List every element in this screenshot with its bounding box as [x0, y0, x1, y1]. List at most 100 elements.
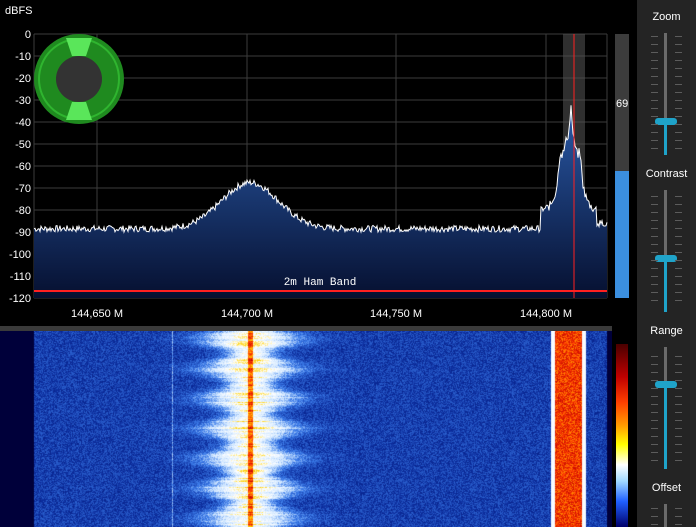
slider-tick: [675, 436, 682, 437]
slider-tick: [651, 420, 658, 421]
spectrum-display[interactable]: dBFS 0 -10 -20 -30 -40 -50 -60 -70 -80 -90 -100 -11…: [0, 0, 612, 325]
y-tick-label: -50: [15, 139, 31, 151]
y-tick-label: -40: [15, 117, 31, 129]
signal-strength-dial: [34, 34, 124, 124]
range-slider[interactable]: [655, 381, 677, 388]
y-tick-label: -80: [15, 205, 31, 217]
slider-tick: [675, 508, 682, 509]
slider-tick: [651, 204, 658, 205]
slider-tick: [651, 140, 658, 141]
slider-tick: [675, 396, 682, 397]
slider-tick: [651, 68, 658, 69]
slider-tick: [675, 204, 682, 205]
slider-tick: [651, 524, 658, 525]
y-tick-label: -90: [15, 227, 31, 239]
slider-tick: [675, 404, 682, 405]
slider-tick: [675, 300, 682, 301]
slider-tick: [651, 76, 658, 77]
slider-tick: [675, 140, 682, 141]
band-label: 2m Ham Band: [284, 277, 357, 289]
slider-tick: [651, 60, 658, 61]
slider-tick: [651, 372, 658, 373]
slider-tick: [675, 276, 682, 277]
slider-tick: [675, 372, 682, 373]
slider-tick: [651, 236, 658, 237]
slider-tick: [675, 380, 682, 381]
slider-tick: [651, 196, 658, 197]
y-tick-label: -100: [9, 249, 31, 261]
slider-tick: [675, 292, 682, 293]
y-tick-label: -60: [15, 161, 31, 173]
slider-tick: [651, 100, 658, 101]
zoom-slider[interactable]: [655, 118, 677, 125]
slider-tick: [651, 516, 658, 517]
slider-tick: [675, 100, 682, 101]
range-label: Range: [650, 325, 683, 337]
slider-tick: [651, 116, 658, 117]
slider-tick: [675, 148, 682, 149]
level-meter-value: 69: [616, 98, 629, 110]
slider-tick: [675, 196, 682, 197]
x-tick-label: 144,750 M: [370, 308, 422, 320]
y-tick-label: -30: [15, 95, 31, 107]
slider-tick: [651, 268, 658, 269]
slider-tick: [651, 148, 658, 149]
slider-tick: [651, 292, 658, 293]
y-tick-label: -20: [15, 73, 31, 85]
slider-tick: [651, 444, 658, 445]
level-meter-fill: [615, 170, 629, 298]
y-tick-label: -70: [15, 183, 31, 195]
slider-tick: [675, 84, 682, 85]
slider-tick: [651, 428, 658, 429]
slider-tick: [675, 452, 682, 453]
slider-tick: [651, 460, 658, 461]
waterfall-color-scale: [616, 344, 628, 527]
slider-tick: [651, 108, 658, 109]
slider-tick: [675, 516, 682, 517]
slider-tick: [675, 116, 682, 117]
slider-tick: [675, 420, 682, 421]
slider-tick: [651, 228, 658, 229]
slider-tick: [675, 132, 682, 133]
slider-tick: [651, 52, 658, 53]
y-axis-label: dBFS: [5, 5, 33, 17]
x-tick-label: 144,800 M: [520, 308, 572, 320]
slider-tick: [675, 60, 682, 61]
offset-slider[interactable]: [664, 504, 667, 527]
waterfall-display[interactable]: [0, 331, 612, 527]
slider-tick: [675, 284, 682, 285]
slider-tick: [651, 276, 658, 277]
slider-tick: [675, 252, 682, 253]
slider-tick: [651, 412, 658, 413]
slider-tick: [675, 108, 682, 109]
slider-tick: [651, 404, 658, 405]
slider-tick: [675, 212, 682, 213]
slider-tick: [675, 220, 682, 221]
slider-tick: [651, 388, 658, 389]
slider-tick: [675, 268, 682, 269]
slider-tick: [675, 388, 682, 389]
slider-tick: [651, 252, 658, 253]
slider-tick: [675, 260, 682, 261]
y-tick-label: -120: [9, 293, 31, 305]
x-tick-label: 144,650 M: [71, 308, 123, 320]
slider-tick: [675, 52, 682, 53]
slider-tick: [651, 132, 658, 133]
y-tick-label: 0: [25, 29, 31, 41]
slider-tick: [675, 92, 682, 93]
slider-tick: [675, 524, 682, 525]
slider-tick: [651, 244, 658, 245]
slider-tick: [675, 228, 682, 229]
slider-tick: [651, 452, 658, 453]
slider-tick: [651, 124, 658, 125]
slider-tick: [651, 260, 658, 261]
zoom-label: Zoom: [652, 11, 681, 23]
slider-tick: [651, 380, 658, 381]
slider-tick: [651, 396, 658, 397]
slider-tick: [675, 124, 682, 125]
contrast-slider[interactable]: [655, 255, 677, 262]
slider-tick: [651, 44, 658, 45]
contrast-label: Contrast: [645, 168, 688, 180]
slider-tick: [651, 220, 658, 221]
side-panel: Zoom Contrast Range Offset: [637, 0, 696, 527]
